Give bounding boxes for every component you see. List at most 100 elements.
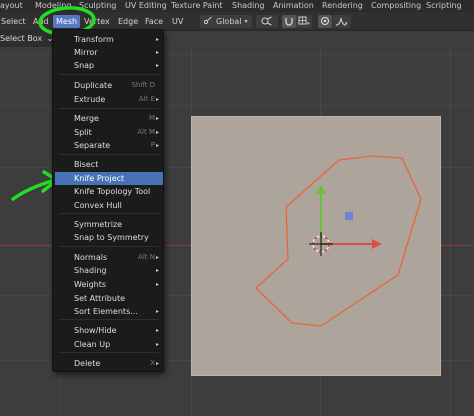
menu-separator xyxy=(59,246,159,247)
menu-item-label: Shading xyxy=(74,266,107,275)
menu-item-label: Bisect xyxy=(74,160,99,169)
menu-separator xyxy=(59,319,159,320)
tab-layout[interactable]: ayout xyxy=(0,0,23,12)
menu-item-split[interactable]: Split Alt M ▸ xyxy=(55,126,163,139)
submenu-arrow-icon: ▸ xyxy=(155,96,159,103)
menu-face[interactable]: Face xyxy=(145,15,163,28)
menu-item-clean-up[interactable]: Clean Up ▸ xyxy=(55,338,163,351)
proportional-editing-icon xyxy=(320,16,330,28)
menu-item-weights[interactable]: Weights ▸ xyxy=(55,278,163,291)
menu-item-shortcut: Alt N xyxy=(138,253,155,261)
submenu-arrow-icon: ▸ xyxy=(155,360,159,367)
menu-item-shortcut: X xyxy=(150,359,155,367)
menu-item-set-attribute[interactable]: Set Attribute xyxy=(55,292,163,305)
tab-rendering[interactable]: Rendering xyxy=(322,0,363,12)
submenu-arrow-icon: ▸ xyxy=(155,308,159,315)
tool-header: Select Box ⌄ xyxy=(0,31,56,47)
menu-item-snap-to-symmetry[interactable]: Snap to Symmetry xyxy=(55,231,163,244)
transform-orientation-icon xyxy=(203,16,213,27)
menu-separator xyxy=(59,154,159,155)
menu-item-duplicate[interactable]: Duplicate Shift D xyxy=(55,79,163,92)
snap-target-dropdown[interactable]: ▾ xyxy=(296,15,312,28)
tab-shading[interactable]: Shading xyxy=(232,0,265,12)
menu-item-show-hide[interactable]: Show/Hide ▸ xyxy=(55,324,163,337)
menu-item-shortcut: Alt E xyxy=(138,95,155,103)
submenu-arrow-icon: ▸ xyxy=(155,281,159,288)
submenu-arrow-icon: ▸ xyxy=(155,327,159,334)
menu-select[interactable]: Select xyxy=(1,15,26,28)
menu-item-label: Normals xyxy=(74,253,108,262)
svg-text:▾: ▾ xyxy=(307,21,310,26)
tab-texture-paint[interactable]: Texture Paint xyxy=(171,0,223,12)
menu-item-label: Delete xyxy=(74,359,101,368)
menu-item-separate[interactable]: Separate P ▸ xyxy=(55,139,163,152)
submenu-arrow-icon: ▸ xyxy=(155,254,159,261)
menu-item-label: Knife Project xyxy=(74,174,125,183)
falloff-curve-icon: ▾ xyxy=(335,16,349,28)
menu-separator xyxy=(59,213,159,214)
menu-item-label: Knife Topology Tool xyxy=(74,187,151,196)
menu-item-label: Clean Up xyxy=(74,340,111,349)
menu-item-shortcut: M xyxy=(148,114,155,122)
menu-item-transform[interactable]: Transform ▸ xyxy=(55,33,163,46)
menu-edge[interactable]: Edge xyxy=(118,15,138,28)
menu-separator xyxy=(59,108,159,109)
submenu-arrow-icon: ▸ xyxy=(155,62,159,69)
tab-modeling[interactable]: Modeling xyxy=(35,0,71,12)
tab-sculpting[interactable]: Sculpting xyxy=(79,0,116,12)
submenu-arrow-icon: ▸ xyxy=(155,341,159,348)
menu-item-sort-elements[interactable]: Sort Elements... ▸ xyxy=(55,305,163,318)
menu-item-mirror[interactable]: Mirror ▸ xyxy=(55,46,163,59)
proportional-editing-toggle[interactable] xyxy=(318,15,332,28)
workspace-tab-bar: ayout Modeling Sculpting UV Editing Text… xyxy=(0,0,474,12)
menu-item-shortcut: P xyxy=(150,141,155,149)
menu-item-label: Separate xyxy=(74,141,111,150)
falloff-dropdown[interactable]: ▾ xyxy=(333,15,351,28)
menu-vertex[interactable]: Vertex xyxy=(84,15,110,28)
menu-separator xyxy=(59,74,159,75)
menu-item-bisect[interactable]: Bisect xyxy=(55,158,163,171)
submenu-arrow-icon: ▸ xyxy=(155,129,159,136)
transform-orientation-dropdown[interactable]: Global ▾ xyxy=(200,15,252,28)
select-box-label: Select Box xyxy=(0,34,43,43)
menu-item-knife-project[interactable]: Knife Project xyxy=(55,172,163,185)
menu-add[interactable]: Add xyxy=(33,15,49,28)
tab-compositing[interactable]: Compositing xyxy=(371,0,421,12)
menu-item-extrude[interactable]: Extrude Alt E ▸ xyxy=(55,93,163,106)
menu-item-label: Duplicate xyxy=(74,81,113,90)
snap-grid-icon: ▾ xyxy=(298,16,310,28)
menu-item-label: Extrude xyxy=(74,95,106,104)
menu-item-normals[interactable]: Normals Alt N ▸ xyxy=(55,251,163,264)
tab-uv-editing[interactable]: UV Editing xyxy=(125,0,167,12)
tab-animation[interactable]: Animation xyxy=(273,0,314,12)
menu-item-label: Merge xyxy=(74,114,99,123)
snap-toggle[interactable] xyxy=(282,15,296,28)
mesh-dropdown-menu: Transform ▸ Mirror ▸ Snap ▸ Duplicate Shift D Ex… xyxy=(52,29,164,372)
menu-item-delete[interactable]: Delete X ▸ xyxy=(55,357,163,370)
pivot-point-dropdown[interactable] xyxy=(256,15,278,28)
menu-item-shading[interactable]: Shading ▸ xyxy=(55,264,163,277)
submenu-arrow-icon: ▸ xyxy=(155,36,159,43)
menu-item-convex-hull[interactable]: Convex Hull xyxy=(55,199,163,212)
menu-item-label: Convex Hull xyxy=(74,201,122,210)
menu-mesh[interactable]: Mesh xyxy=(53,15,81,28)
menu-item-label: Weights xyxy=(74,280,107,289)
menu-item-merge[interactable]: Merge M ▸ xyxy=(55,112,163,125)
menu-item-knife-topology-tool[interactable]: Knife Topology Tool xyxy=(55,185,163,198)
menu-uv[interactable]: UV xyxy=(172,15,183,28)
menu-item-label: Snap to Symmetry xyxy=(74,233,149,242)
menu-item-snap[interactable]: Snap ▸ xyxy=(55,59,163,72)
menu-item-label: Split xyxy=(74,128,92,137)
menu-item-label: Show/Hide xyxy=(74,326,117,335)
transform-orientation-label: Global xyxy=(216,17,242,26)
tab-scripting[interactable]: Scripting xyxy=(426,0,462,12)
select-box-dropdown[interactable]: Select Box ⌄ xyxy=(0,33,53,45)
menu-item-label: Transform xyxy=(74,35,114,44)
grid-line xyxy=(450,48,451,416)
submenu-arrow-icon: ▸ xyxy=(155,49,159,56)
snap-magnet-icon xyxy=(284,16,294,28)
plane-mesh[interactable] xyxy=(191,116,441,376)
chevron-down-icon: ▾ xyxy=(244,18,248,25)
menu-item-symmetrize[interactable]: Symmetrize xyxy=(55,218,163,231)
menu-item-label: Mirror xyxy=(74,48,98,57)
